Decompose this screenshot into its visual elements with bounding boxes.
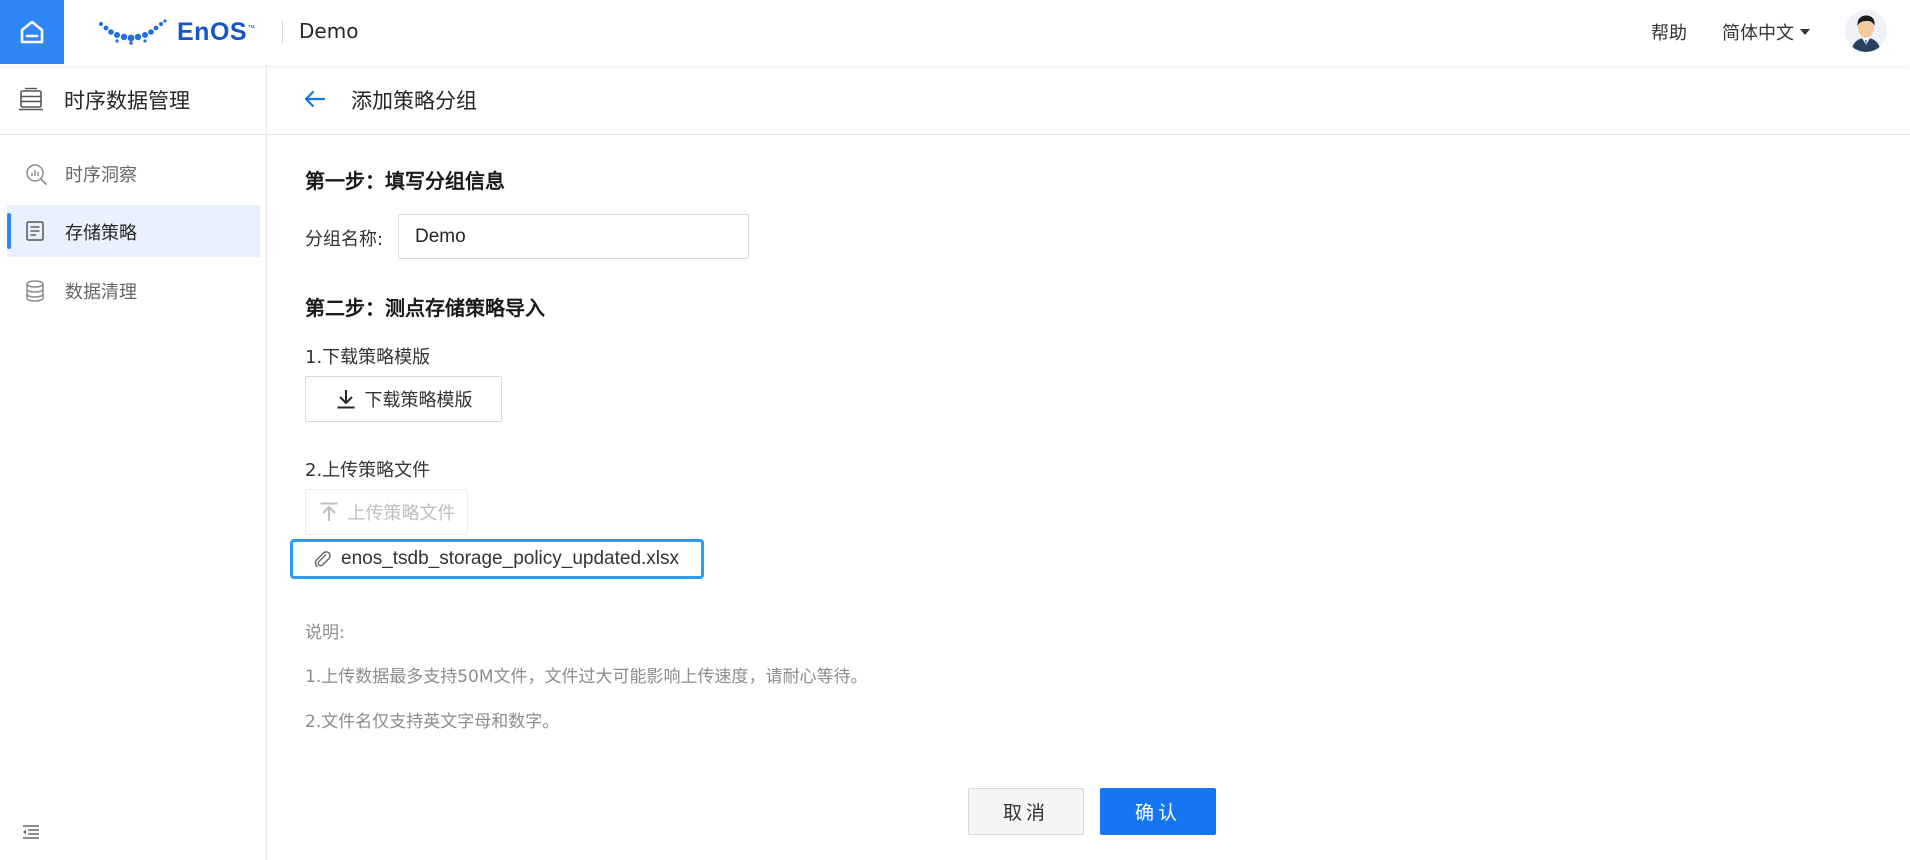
help-link[interactable]: 帮助 (1651, 19, 1687, 45)
sidebar-item-storage-policy[interactable]: 存储策略 (7, 205, 260, 257)
notes-heading: 说明: (305, 623, 345, 643)
download-template-label: 1.下载策略模版 (305, 347, 431, 368)
upload-file-label: 2.上传策略文件 (305, 460, 431, 481)
upload-file-button[interactable]: 上传策略文件 (305, 489, 468, 535)
active-indicator (7, 213, 11, 249)
note-line-1: 1.上传数据最多支持50M文件，文件过大可能影响上传速度，请耐心等待。 (305, 667, 868, 687)
sidebar-header: 时序数据管理 (0, 65, 266, 135)
server-icon (18, 87, 44, 115)
group-name-input[interactable] (398, 214, 749, 259)
download-icon (335, 388, 357, 410)
menu-fold-icon (23, 825, 39, 839)
sidebar-item-insight[interactable]: 时序洞察 (7, 147, 260, 199)
language-select[interactable]: 简体中文 (1722, 19, 1810, 45)
collapse-sidebar-button[interactable] (21, 823, 41, 845)
uploaded-file-name: enos_tsdb_storage_policy_updated.xlsx (341, 548, 680, 569)
download-button-label: 下载策略模版 (364, 390, 473, 411)
download-template-button[interactable]: 下载策略模版 (305, 376, 502, 422)
group-name-label: 分组名称: (305, 229, 384, 250)
step1-title: 第一步：填写分组信息 (305, 169, 505, 193)
sidebar: 时序数据管理 时序洞察 存储策略 数据清理 (0, 65, 267, 860)
caret-down-icon (1800, 29, 1810, 35)
home-icon (20, 20, 44, 44)
user-avatar-icon (1845, 10, 1887, 52)
home-button[interactable] (0, 0, 64, 64)
chart-search-icon (24, 162, 48, 190)
paperclip-icon (313, 550, 331, 568)
sidebar-item-label: 时序洞察 (65, 165, 137, 186)
logo-dots-icon (99, 19, 167, 45)
arrow-left-icon (304, 90, 326, 108)
cancel-button[interactable]: 取消 (968, 788, 1084, 835)
step2-title: 第二步：测点存储策略导入 (305, 296, 545, 320)
sidebar-title: 时序数据管理 (64, 89, 190, 113)
database-icon (24, 279, 46, 307)
sidebar-item-label: 数据清理 (65, 282, 137, 303)
upload-icon (318, 501, 340, 523)
page-title: 添加策略分组 (351, 89, 477, 113)
language-label: 简体中文 (1722, 23, 1794, 44)
storage-policy-icon (24, 220, 46, 246)
sidebar-item-data-cleanup[interactable]: 数据清理 (7, 264, 260, 316)
enos-logo[interactable]: EnOS™ (97, 14, 256, 50)
back-button[interactable] (303, 87, 327, 115)
logo-text: EnOS™ (177, 17, 256, 46)
confirm-button[interactable]: 确认 (1100, 788, 1216, 835)
avatar[interactable] (1845, 10, 1887, 52)
note-line-2: 2.文件名仅支持英文字母和数字。 (305, 712, 560, 732)
top-bar: EnOS™ Demo 帮助 简体中文 (0, 0, 1910, 65)
top-divider (282, 20, 283, 44)
uploaded-file-item[interactable]: enos_tsdb_storage_policy_updated.xlsx (290, 539, 704, 579)
page-header: 添加策略分组 (267, 65, 1910, 135)
app-name: Demo (299, 19, 359, 43)
upload-button-label: 上传策略文件 (347, 503, 456, 524)
sidebar-item-label: 存储策略 (65, 223, 137, 244)
